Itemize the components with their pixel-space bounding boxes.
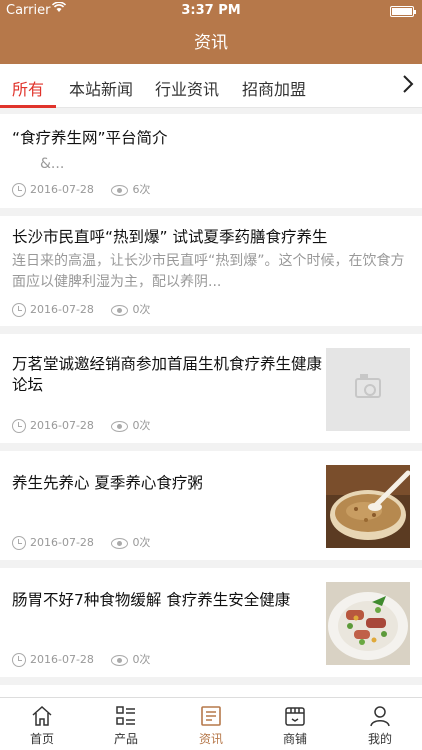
clock-icon (12, 653, 26, 667)
tab-products[interactable]: 产品 (84, 698, 168, 750)
article-views: 6次 (132, 183, 151, 196)
clock-icon (12, 303, 26, 317)
article-views: 0次 (132, 536, 151, 549)
eye-icon (111, 654, 129, 666)
tab-news-label: 资讯 (198, 732, 223, 746)
user-icon (370, 706, 390, 727)
chevron-right-icon[interactable] (402, 74, 414, 99)
eye-icon (111, 184, 129, 196)
article-title: 万茗堂诚邀经销商参加首届生机食疗养生健康论坛 (12, 355, 323, 394)
tab-site-news[interactable]: 本站新闻 (69, 76, 133, 100)
tab-industry-news[interactable]: 行业资讯 (155, 76, 219, 100)
article-date: 2016-07-28 (30, 653, 94, 666)
tab-shop-label: 商铺 (282, 732, 307, 746)
tab-mine-label: 我的 (367, 732, 392, 746)
status-bar: Carrier 3:37 PM (0, 0, 422, 22)
article-summary: &... (40, 156, 65, 172)
tab-all[interactable]: 所有 (12, 76, 44, 100)
list-item[interactable]: 养生先养心 夏季养心食疗粥 2016-07-28 0次 (0, 451, 422, 560)
eye-icon (111, 304, 129, 316)
article-views: 0次 (132, 303, 151, 316)
bottom-tabbar: 首页 产品 资讯 商铺 我的 (0, 697, 422, 750)
sausage-peas-dish-photo (326, 582, 410, 665)
article-meta: 2016-07-28 0次 (12, 536, 150, 550)
battery-icon (390, 6, 416, 17)
clock-time: 3:37 PM (181, 3, 241, 18)
camera-placeholder-icon (355, 374, 381, 398)
tab-products-label: 产品 (113, 732, 138, 746)
tab-home-label: 首页 (29, 732, 54, 746)
list-item[interactable]: 肠胃不好7种食物缓解 食疗养生安全健康 2016-07-28 0次 (0, 568, 422, 677)
news-icon (201, 706, 221, 726)
tab-mine[interactable]: 我的 (338, 698, 422, 750)
article-meta: 2016-07-28 0次 (12, 653, 150, 667)
article-date: 2016-07-28 (30, 419, 94, 432)
article-meta: 2016-07-28 6次 (12, 183, 150, 197)
clock-icon (12, 536, 26, 550)
product-grid-icon (116, 706, 135, 725)
list-item-partial (0, 685, 422, 697)
page-title: 资讯 (0, 22, 422, 64)
shop-icon (285, 707, 305, 726)
list-item[interactable]: “食疗养生网”平台简介 &... 2016-07-28 6次 (0, 114, 422, 208)
article-title: 长沙市民直呼“热到爆” 试试夏季药膳食疗养生 (12, 228, 328, 246)
tab-shop[interactable]: 商铺 (253, 698, 337, 750)
eye-icon (111, 537, 129, 549)
clock-icon (12, 183, 26, 197)
article-views: 0次 (132, 419, 151, 432)
article-views: 0次 (132, 653, 151, 666)
tab-franchise[interactable]: 招商加盟 (242, 76, 306, 100)
clock-icon (12, 419, 26, 433)
active-tab-indicator (0, 105, 56, 108)
article-title: 养生先养心 夏季养心食疗粥 (12, 474, 203, 492)
tab-home[interactable]: 首页 (0, 698, 84, 750)
list-item[interactable]: 万茗堂诚邀经销商参加首届生机食疗养生健康论坛 2016-07-28 0次 (0, 334, 422, 443)
list-item[interactable]: 长沙市民直呼“热到爆” 试试夏季药膳食疗养生 连日来的高温，让长沙市民直呼“热到… (0, 216, 422, 326)
tab-news[interactable]: 资讯 (169, 698, 253, 750)
article-date: 2016-07-28 (30, 303, 94, 316)
porridge-bowl-photo (326, 465, 411, 548)
article-title: 肠胃不好7种食物缓解 食疗养生安全健康 (12, 591, 291, 609)
article-date: 2016-07-28 (30, 183, 94, 196)
article-meta: 2016-07-28 0次 (12, 303, 150, 317)
article-meta: 2016-07-28 0次 (12, 419, 150, 433)
article-title: “食疗养生网”平台简介 (12, 129, 168, 147)
eye-icon (111, 420, 129, 432)
article-summary: 连日来的高温，让长沙市民直呼“热到爆”。这个时候，在饮食方面应以健脾利湿为主，配… (12, 253, 405, 290)
article-date: 2016-07-28 (30, 536, 94, 549)
article-thumbnail (326, 348, 410, 431)
category-tabs: 所有 本站新闻 行业资讯 招商加盟 (0, 64, 422, 108)
home-icon (32, 705, 52, 726)
